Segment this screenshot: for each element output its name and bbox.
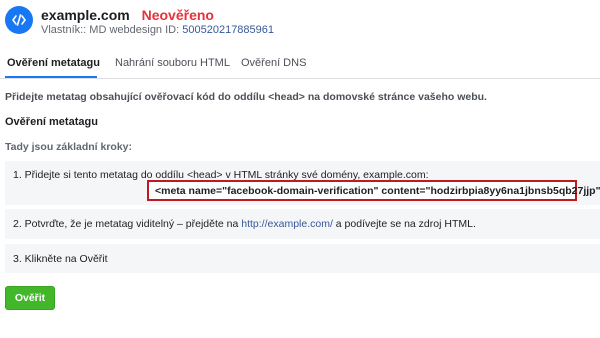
steps-label: Tady jsou základní kroky:	[5, 141, 133, 153]
step-2-prefix: 2. Potvrďte, že je metatag viditelný – p…	[13, 218, 242, 230]
meta-tag-highlight: <meta name="facebook-domain-verification…	[147, 180, 600, 201]
domain-name: example.com	[41, 7, 130, 23]
id-value: 500520217885961	[182, 24, 275, 36]
active-tab-indicator	[5, 76, 97, 78]
verify-button[interactable]: Ověřit	[5, 286, 55, 310]
code-brackets-icon	[5, 6, 33, 34]
tab-bar: Ověření metatagu Nahrání souboru HTML Ov…	[0, 48, 600, 79]
section-title: Ověření metatagu	[5, 116, 98, 128]
site-link[interactable]: http://example.com/	[241, 218, 333, 230]
status-badge: Neověřeno	[141, 7, 214, 23]
intro-text: Přidejte metatag obsahující ověřovací kó…	[5, 91, 487, 103]
tab-dns[interactable]: Ověření DNS	[241, 56, 306, 70]
owner-line: Vlastník:: MD webdesign ID: 500520217885…	[41, 24, 274, 37]
step-2-text: 2. Potvrďte, že je metatag viditelný – p…	[13, 218, 476, 230]
step-3: 3. Klikněte na Ověřit	[5, 244, 600, 273]
id-label: ID:	[165, 24, 180, 36]
step-2: 2. Potvrďte, že je metatag viditelný – p…	[5, 209, 600, 239]
domain-title-line: example.com Neověřeno	[41, 7, 214, 23]
domain-header: example.com Neověřeno Vlastník:: MD webd…	[0, 0, 600, 48]
tab-html-file[interactable]: Nahrání souboru HTML	[115, 56, 230, 70]
step-2-suffix: a podívejte se na zdroj HTML.	[332, 218, 476, 230]
owner-label: Vlastník:: MD webdesign	[41, 24, 163, 36]
meta-tag-code[interactable]: <meta name="facebook-domain-verification…	[155, 185, 600, 197]
tab-metatag[interactable]: Ověření metatagu	[7, 56, 100, 70]
step-3-text: 3. Klikněte na Ověřit	[13, 253, 108, 265]
